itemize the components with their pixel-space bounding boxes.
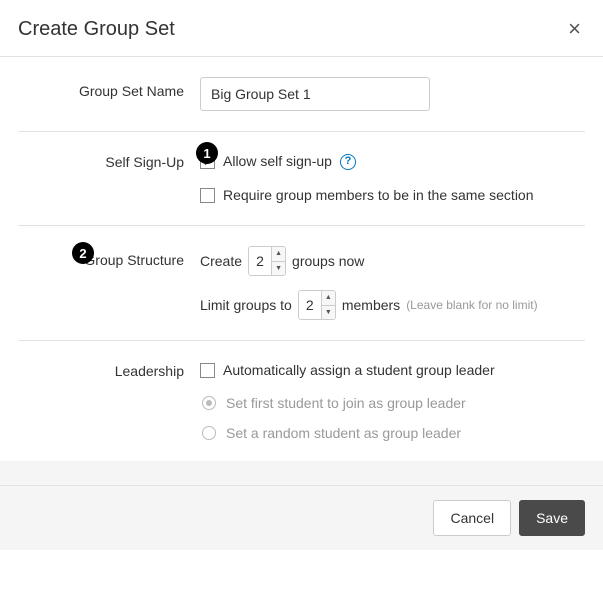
chevron-up-icon[interactable]: ▲ [322,291,335,306]
group-structure-label: Group Structure [18,246,200,268]
spinner: ▲ ▼ [321,291,335,319]
chevron-down-icon[interactable]: ▼ [322,306,335,320]
cancel-button[interactable]: Cancel [433,500,511,536]
limit-groups-row: Limit groups to ▲ ▼ members (Leave blank… [200,290,585,320]
create-groups-row: Create ▲ ▼ groups now [200,246,585,276]
create-prefix-text: Create [200,253,242,269]
create-group-set-modal: Create Group Set × Group Set Name 1 Self… [0,0,603,550]
group-set-name-section: Group Set Name [0,57,603,131]
auto-leader-checkbox[interactable] [200,363,215,378]
leadership-section: Leadership Automatically assign a studen… [0,341,603,461]
self-signup-label: Self Sign-Up [18,152,200,170]
first-student-radio[interactable] [202,396,216,410]
same-section-text: Require group members to be in the same … [223,186,534,206]
group-set-name-label: Group Set Name [18,77,200,99]
random-student-row: Set a random student as group leader [202,425,585,441]
chevron-up-icon[interactable]: ▲ [272,247,285,262]
chevron-down-icon[interactable]: ▼ [272,262,285,276]
limit-prefix-text: Limit groups to [200,297,292,313]
same-section-checkbox[interactable] [200,188,215,203]
create-count-stepper: ▲ ▼ [248,246,286,276]
limit-count-input[interactable] [299,291,321,319]
annotation-badge-1: 1 [196,142,218,164]
group-structure-section: 2 Group Structure Create ▲ ▼ groups now [0,226,603,340]
spinner: ▲ ▼ [271,247,285,275]
footer-spacer [0,461,603,485]
self-signup-section: 1 Self Sign-Up Allow self sign-up ? Requ… [0,132,603,225]
save-button[interactable]: Save [519,500,585,536]
first-student-row: Set first student to join as group leade… [202,395,585,411]
create-count-input[interactable] [249,247,271,275]
auto-leader-row: Automatically assign a student group lea… [200,361,585,381]
limit-hint-text: (Leave blank for no limit) [406,298,537,312]
limit-suffix-text: members [342,297,400,313]
modal-footer: Cancel Save [0,485,603,550]
help-icon[interactable]: ? [340,154,356,170]
group-set-name-input[interactable] [200,77,430,111]
modal-header: Create Group Set × [0,0,603,56]
auto-leader-text: Automatically assign a student group lea… [223,361,495,381]
leadership-label: Leadership [18,361,200,379]
create-suffix-text: groups now [292,253,364,269]
limit-count-stepper: ▲ ▼ [298,290,336,320]
random-student-text: Set a random student as group leader [226,425,461,441]
allow-self-signup-text: Allow self sign-up [223,152,332,172]
same-section-row: Require group members to be in the same … [200,186,585,206]
modal-title: Create Group Set [18,18,175,41]
random-student-radio[interactable] [202,426,216,440]
first-student-text: Set first student to join as group leade… [226,395,466,411]
close-icon[interactable]: × [564,16,585,42]
allow-self-signup-row: Allow self sign-up ? [200,152,585,172]
